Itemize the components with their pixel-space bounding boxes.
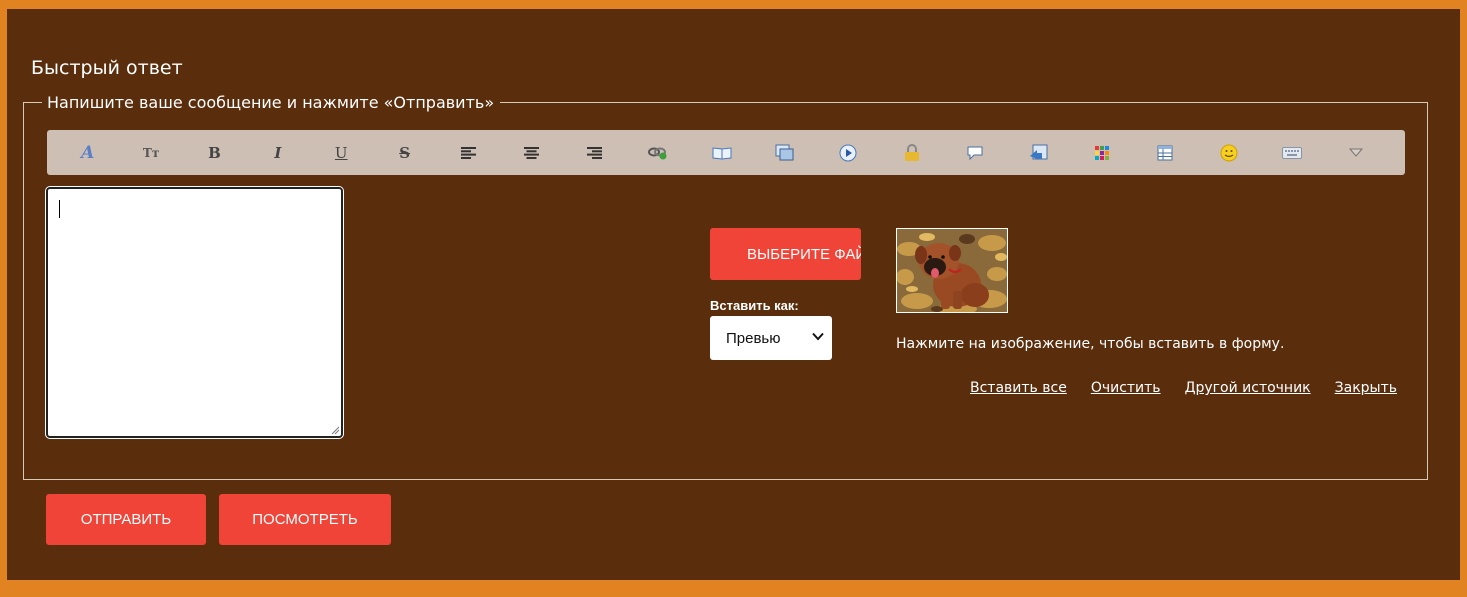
font-size-icon[interactable]: Tт [119,130,182,175]
resize-grip-icon[interactable] [330,425,340,435]
align-left-icon[interactable] [436,130,499,175]
close-link[interactable]: Закрыть [1335,380,1397,396]
keyboard-icon[interactable] [1260,130,1323,175]
table-icon[interactable] [1134,130,1197,175]
panel-title: Быстрый ответ [31,57,183,79]
message-textarea[interactable] [46,187,343,438]
insert-hint: Нажмите на изображение, чтобы вставить в… [896,336,1285,352]
editor-toolbar: A Tт B I U S [47,130,1405,175]
underline-icon[interactable]: U [310,130,373,175]
video-icon[interactable] [817,130,880,175]
insert-as-select[interactable]: Превью [710,316,832,360]
italic-icon[interactable]: I [246,130,309,175]
send-button[interactable]: Отправить [46,494,206,545]
insert-all-link[interactable]: Вставить все [970,380,1067,396]
preview-button[interactable]: Посмотреть [219,494,391,545]
text-caret [59,200,60,218]
bold-icon[interactable]: B [183,130,246,175]
link-icon[interactable] [627,130,690,175]
image-icon[interactable] [753,130,816,175]
dog-photo [897,229,1007,312]
clear-link[interactable]: Очистить [1091,380,1161,396]
upload-links: Вставить все Очистить Другой источник За… [970,380,1397,396]
font-icon[interactable]: A [56,130,119,175]
insert-as-label: Вставить как: [710,298,799,313]
align-center-icon[interactable] [500,130,563,175]
color-icon[interactable] [1070,130,1133,175]
more-icon[interactable] [1324,130,1387,175]
quote-icon[interactable] [943,130,1006,175]
book-icon[interactable] [690,130,753,175]
uploaded-image-thumbnail[interactable] [896,228,1008,313]
code-icon[interactable] [1007,130,1070,175]
chevron-down-icon [812,332,824,341]
insert-as-value: Превью [726,329,781,347]
align-right-icon[interactable] [563,130,626,175]
other-source-link[interactable]: Другой источник [1185,380,1311,396]
strikethrough-icon[interactable]: S [373,130,436,175]
lock-icon[interactable] [880,130,943,175]
smiley-icon[interactable] [1197,130,1260,175]
reply-legend: Напишите ваше сообщение и нажмите «Отпра… [47,93,495,112]
choose-file-button[interactable]: Выберите файл [710,228,861,280]
